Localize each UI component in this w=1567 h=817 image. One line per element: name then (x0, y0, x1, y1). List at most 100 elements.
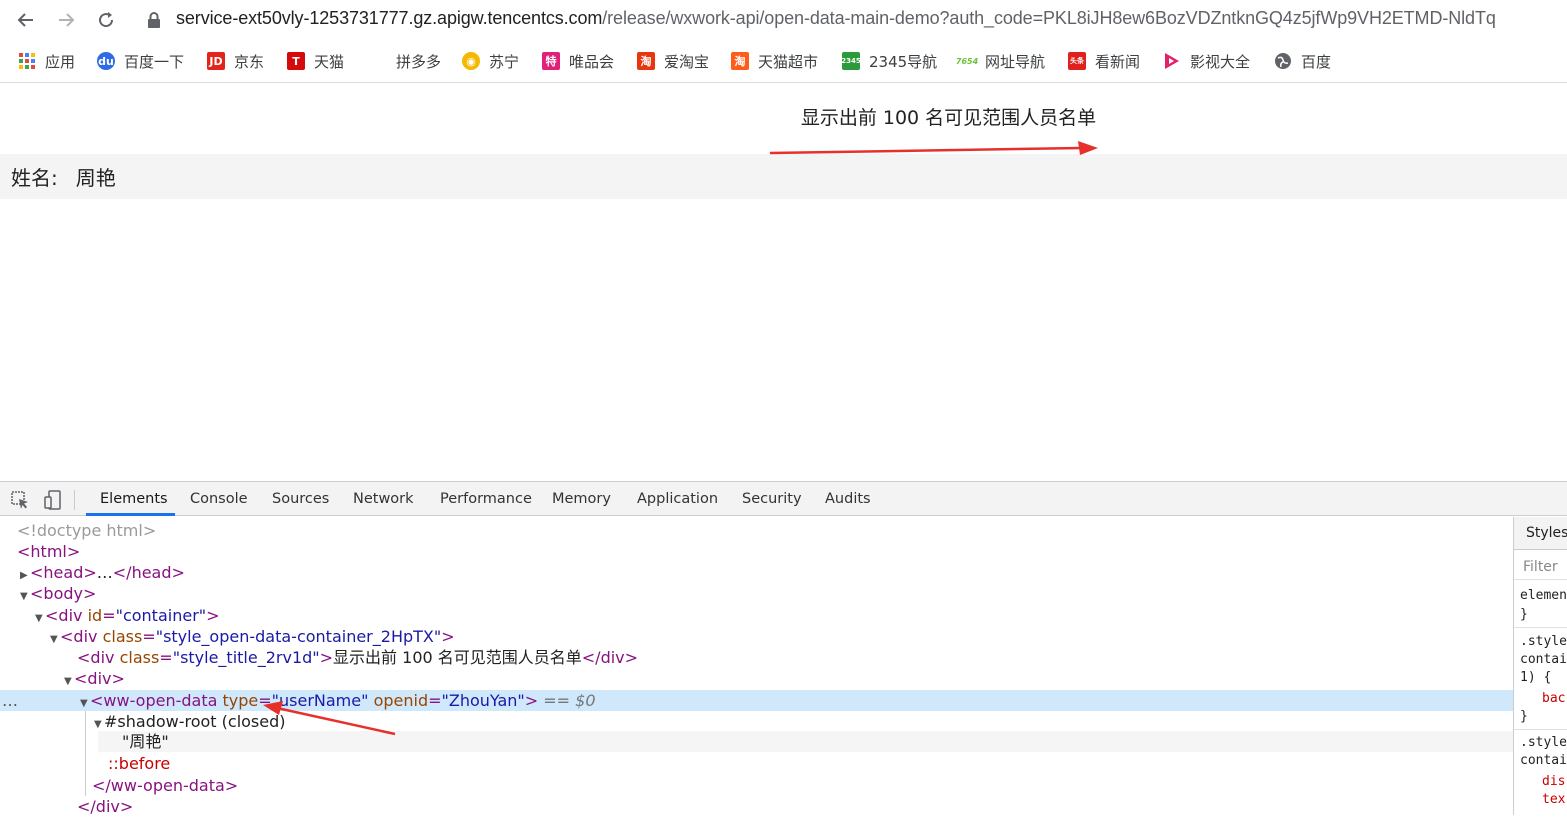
tab-security[interactable]: Security (742, 482, 802, 516)
url-host: service-ext50vly-1253731777.gz.apigw.ten… (176, 8, 603, 28)
tmall-icon: T (287, 52, 305, 70)
news-icon: 头条 (1068, 52, 1086, 70)
body-tag: <body> (30, 584, 97, 603)
devtools-tabbar: Elements Console Sources Network Perform… (0, 481, 1567, 516)
bookmark-7654[interactable]: 7654 网址导航 (955, 48, 1045, 74)
bookmark-label: 唯品会 (569, 52, 615, 71)
tab-styles[interactable]: Styles (1514, 517, 1567, 550)
more-actions-icon[interactable]: … (2, 690, 18, 711)
dom-node-open-data-container[interactable]: ▼ <div class="style_open-data-container_2… (0, 626, 1513, 647)
style-line: } (1520, 709, 1528, 724)
tmall-market-icon: 淘 (731, 52, 749, 70)
eq-sign: = (258, 691, 272, 710)
style-line: .style (1520, 634, 1567, 649)
div-tag: <div (60, 627, 98, 646)
html-tag: <html> (17, 542, 81, 561)
style-line: .style (1520, 735, 1567, 750)
dom-node-doctype[interactable]: <!doctype html> (0, 520, 1513, 541)
dom-node-shadow-root[interactable]: ▼ #shadow-root (closed) (0, 711, 1513, 732)
bookmark-label: 看新闻 (1095, 52, 1141, 71)
toolbar-divider (0, 82, 1567, 83)
lock-icon[interactable] (147, 11, 161, 29)
bookmark-label: 天猫超市 (758, 52, 819, 71)
attr-value: "ZhouYan" (441, 691, 525, 710)
bookmark-news[interactable]: 头条 看新闻 (1068, 48, 1140, 74)
bookmark-vip[interactable]: 特 唯品会 (542, 48, 614, 74)
baidu-paw-icon: du (97, 52, 115, 70)
vip-icon: 特 (542, 52, 560, 70)
style-rule-divider (1514, 729, 1567, 730)
dom-node-div[interactable]: ▼ <div> (0, 668, 1513, 689)
globe-icon (1274, 52, 1292, 70)
tab-sources[interactable]: Sources (272, 482, 329, 516)
attr-name: type (222, 691, 259, 710)
tag-close: > (319, 648, 334, 667)
bookmark-2345[interactable]: 2345 2345导航 (841, 48, 937, 74)
bookmark-label: 应用 (45, 52, 76, 71)
selected-marker: == $0 (543, 691, 596, 710)
style-line: } (1520, 607, 1528, 622)
tab-performance[interactable]: Performance (440, 482, 532, 516)
dom-node-div-close[interactable]: </div> (0, 796, 1513, 817)
apps-grid-icon (18, 52, 36, 70)
jd-icon: JD (207, 52, 225, 70)
bookmark-tmall[interactable]: T 天猫 (287, 48, 344, 74)
tab-console[interactable]: Console (190, 482, 248, 516)
dom-node-body[interactable]: ▼ <body> (0, 583, 1513, 604)
tab-network[interactable]: Network (353, 482, 414, 516)
attr-value: "container" (115, 606, 207, 625)
div-close-tag: </div> (77, 797, 134, 816)
dom-node-ww-open-data-selected[interactable]: … ▼ <ww-open-data type="userName" openid="… (0, 690, 1513, 711)
tab-memory[interactable]: Memory (552, 482, 611, 516)
attr-value: "style_open-data-container_2HpTX" (155, 627, 442, 646)
dom-node-head[interactable]: ▶ <head>…</head> (0, 562, 1513, 583)
bookmark-apps[interactable]: 应用 (18, 48, 75, 74)
bookmark-taobao[interactable]: 淘 爱淘宝 (637, 48, 709, 74)
address-bar[interactable]: service-ext50vly-1253731777.gz.apigw.ten… (176, 8, 1496, 29)
style-line: bac (1542, 691, 1566, 706)
tab-elements[interactable]: Elements (100, 482, 168, 516)
bookmark-video[interactable]: 影视大全 (1163, 48, 1250, 74)
div-tag: <div (77, 648, 115, 667)
forward-icon[interactable] (53, 7, 79, 33)
bookmark-suning[interactable]: ◉ 苏宁 (462, 48, 519, 74)
eq-sign: = (159, 648, 173, 667)
bookmark-pinduoduo[interactable]: 拼多多 (369, 48, 441, 74)
page-title: 显示出前 100 名可见范围人员名单 (800, 107, 1097, 129)
inspect-element-icon[interactable] (10, 490, 30, 510)
reload-icon[interactable] (93, 7, 119, 33)
dom-node-shadow-text[interactable]: "周艳" (0, 731, 1513, 752)
dom-node-html[interactable]: <html> (0, 541, 1513, 562)
dom-node-ww-close[interactable]: </ww-open-data> (0, 775, 1513, 796)
back-icon[interactable] (13, 7, 39, 33)
bookmark-label: 苏宁 (489, 52, 520, 71)
tab-audits[interactable]: Audits (825, 482, 871, 516)
collapse-triangle-icon[interactable]: ▼ (20, 586, 30, 607)
bookmark-baidu[interactable]: 百度 (1274, 48, 1331, 74)
dom-node-title[interactable]: <div class="style_title_2rv1d">显示出前 100 … (0, 647, 1513, 668)
bookmark-tmall-market[interactable]: 淘 天猫超市 (731, 48, 818, 74)
attr-value: "userName" (271, 691, 369, 710)
ww-open-data-tag: <ww-open-data (90, 691, 218, 710)
7654-icon: 7654 (955, 56, 979, 66)
tag-close: > (441, 627, 455, 646)
name-value: 周艳 (75, 166, 116, 190)
attr-name: class (119, 648, 160, 667)
style-line: element (1520, 588, 1567, 603)
suning-icon: ◉ (462, 52, 480, 70)
device-toolbar-icon[interactable] (43, 490, 63, 510)
bookmark-label: 影视大全 (1190, 52, 1251, 71)
bookmark-baidu-search[interactable]: du 百度一下 (97, 48, 184, 74)
tag-close: > (206, 606, 220, 625)
bookmark-label: 爱淘宝 (664, 52, 710, 71)
styles-filter-input[interactable]: Filter (1514, 554, 1567, 580)
bookmark-jd[interactable]: JD 京东 (207, 48, 264, 74)
head-tag: <head> (30, 563, 97, 582)
dom-node-before[interactable]: ::before (0, 753, 1513, 774)
ww-open-data-close-tag: </ww-open-data> (92, 776, 239, 795)
collapse-triangle-icon[interactable]: ▼ (64, 671, 74, 692)
style-line: contai (1520, 753, 1567, 768)
eq-sign: = (428, 691, 442, 710)
tab-application[interactable]: Application (637, 482, 718, 516)
dom-node-container[interactable]: ▼ <div id="container"> (0, 605, 1513, 626)
